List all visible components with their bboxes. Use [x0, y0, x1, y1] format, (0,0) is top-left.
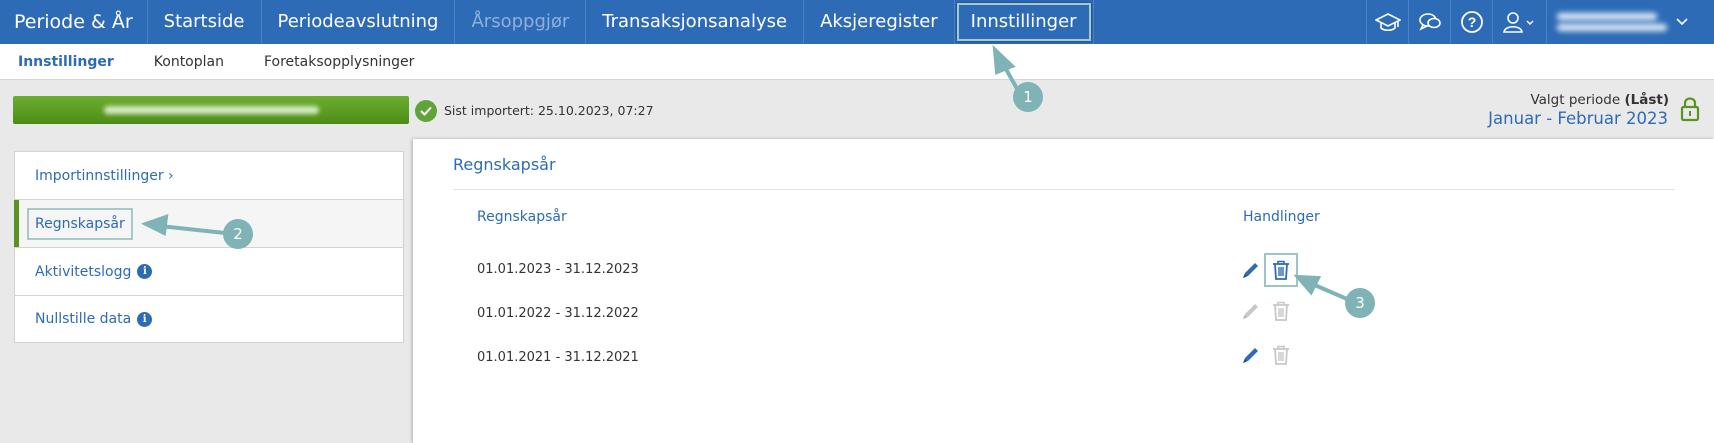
column-header-regnskapsar: Regnskapsår — [477, 209, 567, 225]
nav-aksjeregister[interactable]: Aksjeregister — [804, 0, 955, 44]
user-icon[interactable] — [1492, 0, 1546, 44]
period-label-text: Valgt periode — [1530, 92, 1621, 108]
help-icon[interactable]: ? — [1450, 0, 1492, 44]
period-locked-text: (Låst) — [1624, 92, 1669, 108]
row-actions — [1240, 299, 1292, 323]
delete-trash-icon-disabled — [1270, 343, 1292, 367]
sidebar-item-nullstille-data[interactable]: Nullstille data i — [14, 295, 404, 343]
top-right-tools: ? — [1366, 0, 1714, 44]
callout-marker: 3 — [1345, 288, 1375, 318]
callout-marker: 2 — [223, 219, 253, 249]
graduation-cap-icon[interactable] — [1366, 0, 1408, 44]
app-brand[interactable]: Periode & År — [0, 0, 148, 44]
section-title: Regnskapsår — [453, 155, 556, 174]
selected-period-label: Valgt periode (Låst) — [1530, 92, 1669, 108]
callout-marker: 1 — [1013, 82, 1043, 112]
table-row-period: 01.01.2021 - 31.12.2021 — [477, 350, 639, 365]
subnav-innstillinger[interactable]: Innstillinger — [18, 54, 114, 70]
subnav-foretaksopplysninger[interactable]: Foretaksopplysninger — [264, 54, 414, 70]
info-icon[interactable]: i — [137, 311, 153, 327]
sidebar-item-label: Regnskapsår — [27, 207, 133, 240]
nav-arsoppgjor: Årsoppgjør — [455, 0, 587, 44]
info-icon[interactable]: i — [137, 264, 153, 279]
row-actions — [1240, 343, 1292, 367]
sidebar-item-importinnstillinger[interactable]: Importinnstillinger › — [14, 151, 404, 199]
nav-transaksjonsanalyse[interactable]: Transaksjonsanalyse — [586, 0, 805, 44]
chevron-down-icon — [1676, 18, 1688, 26]
import-button[interactable] — [13, 96, 409, 124]
delete-trash-icon-disabled — [1270, 299, 1292, 323]
svg-text:?: ? — [1467, 14, 1476, 30]
table-row-period: 01.01.2022 - 31.12.2022 — [477, 306, 639, 321]
edit-pencil-icon[interactable] — [1240, 258, 1262, 282]
user-account-menu[interactable] — [1546, 0, 1714, 44]
column-header-handlinger: Handlinger — [1243, 209, 1320, 225]
sidebar-item-regnskapsar[interactable]: Regnskapsår — [14, 199, 404, 247]
divider — [453, 189, 1675, 190]
row-actions — [1240, 253, 1298, 287]
settings-sidebar: Importinnstillinger › Regnskapsår Aktivi… — [14, 151, 404, 443]
sidebar-item-label: Importinnstillinger › — [35, 167, 174, 184]
nav-periodeavslutning[interactable]: Periodeavslutning — [262, 0, 456, 44]
table-row-period: 01.01.2023 - 31.12.2023 — [477, 262, 639, 277]
lock-icon — [1680, 96, 1700, 126]
selected-period-value[interactable]: Januar - Februar 2023 — [1488, 109, 1668, 128]
checkmark-icon — [415, 100, 437, 122]
nav-startside[interactable]: Startside — [148, 0, 262, 44]
sub-navigation: Innstillinger Kontoplan Foretaksopplysni… — [0, 44, 1714, 80]
redacted-user-info — [1557, 9, 1667, 35]
delete-trash-icon[interactable] — [1264, 253, 1298, 287]
nav-innstillinger[interactable]: Innstillinger — [955, 0, 1094, 44]
edit-pencil-icon[interactable] — [1240, 343, 1262, 367]
edit-pencil-icon-disabled — [1240, 299, 1262, 323]
top-navigation-bar: Periode & År Startside Periodeavslutning… — [0, 0, 1714, 44]
subnav-kontoplan[interactable]: Kontoplan — [154, 54, 224, 70]
sidebar-item-aktivitetslogg[interactable]: Aktivitetslogg i — [14, 247, 404, 295]
redacted-button-label — [103, 106, 319, 114]
chat-icon[interactable] — [1408, 0, 1450, 44]
sidebar-item-label: Nullstille data — [35, 311, 132, 327]
sidebar-item-label: Aktivitetslogg — [35, 263, 132, 280]
main-content: Regnskapsår Regnskapsår Handlinger 01.01… — [413, 139, 1714, 443]
last-import-status: Sist importert: 25.10.2023, 07:27 — [444, 103, 654, 118]
